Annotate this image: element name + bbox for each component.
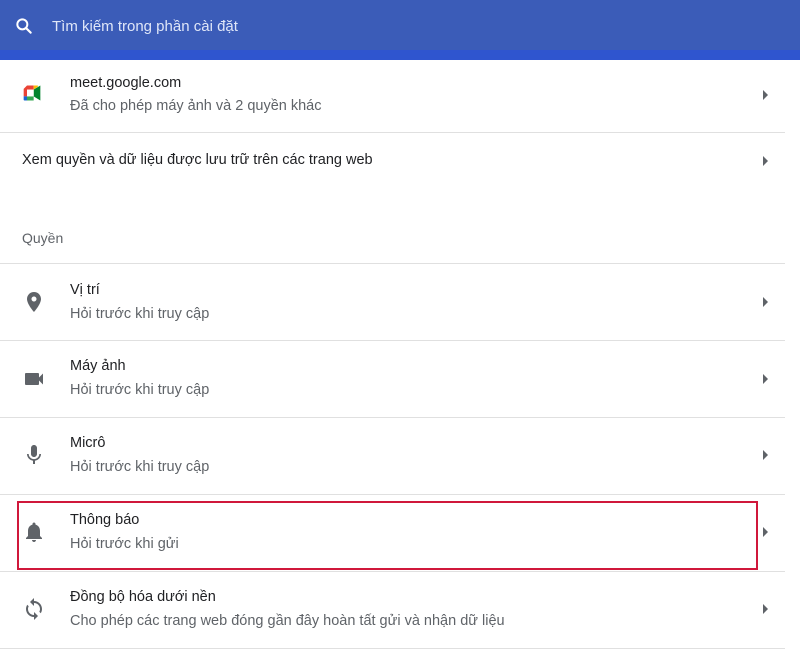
chevron-right-icon [763,374,768,384]
header-strip [0,50,800,60]
site-row-meet[interactable]: meet.google.com Đã cho phép máy ảnh và 2… [0,60,800,132]
permission-title: Đồng bộ hóa dưới nền [70,589,216,605]
chevron-right-icon [763,90,768,100]
view-site-permissions-row[interactable]: Xem quyền và dữ liệu được lưu trữ trên c… [0,133,800,189]
settings-header [0,0,800,50]
search-settings-input[interactable] [52,14,652,38]
permission-row-camera[interactable]: Máy ảnh Hỏi trước khi truy cập [0,341,800,417]
search-icon[interactable] [14,16,34,36]
divider [0,648,785,649]
chevron-right-icon [763,156,768,166]
permission-row-location[interactable]: Vị trí Hỏi trước khi truy cập [0,264,800,340]
permissions-heading: Quyền [22,230,64,246]
bell-icon [26,522,42,542]
video-camera-icon [25,373,43,385]
permission-setting: Cho phép các trang web đóng gần đây hoàn… [70,613,505,629]
permission-row-background-sync[interactable]: Đồng bộ hóa dưới nền Cho phép các trang … [0,572,800,648]
site-permission-summary: Đã cho phép máy ảnh và 2 quyền khác [70,98,322,114]
chevron-right-icon [763,604,768,614]
permission-setting: Hỏi trước khi gửi [70,536,179,552]
permission-row-microphone[interactable]: Micrô Hỏi trước khi truy cập [0,418,800,494]
chevron-right-icon [763,297,768,307]
sync-icon [26,598,42,620]
permission-title: Máy ảnh [70,358,126,374]
permission-row-notifications[interactable]: Thông báo Hỏi trước khi gửi [0,495,800,571]
permission-title: Thông báo [70,512,140,528]
chevron-right-icon [763,527,768,537]
site-origin: meet.google.com [70,75,182,91]
permission-setting: Hỏi trước khi truy cập [70,459,210,475]
location-pin-icon [27,292,41,312]
view-site-permissions-label: Xem quyền và dữ liệu được lưu trữ trên c… [22,152,373,168]
permission-title: Vị trí [70,282,100,298]
permission-setting: Hỏi trước khi truy cập [70,382,210,398]
permission-title: Micrô [70,435,106,451]
chevron-right-icon [763,450,768,460]
permission-setting: Hỏi trước khi truy cập [70,306,210,322]
google-meet-icon [23,85,41,101]
microphone-icon [27,445,41,464]
